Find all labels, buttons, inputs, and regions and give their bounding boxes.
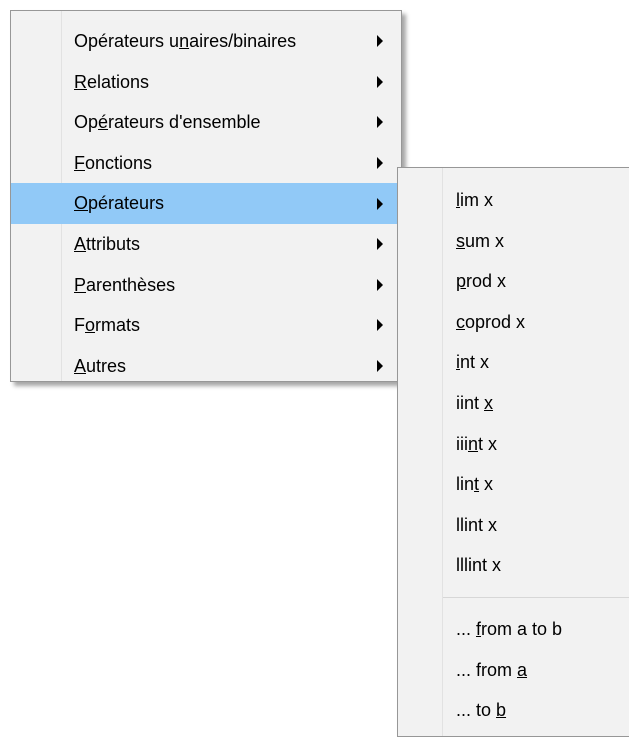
menu-item-formats[interactable]: Formats [11, 305, 401, 346]
menu-item-unary-binary-operators[interactable]: Opérateurs unaires/binaires [11, 21, 401, 62]
submenu-arrow-icon [377, 319, 383, 332]
menu-item-label: ... from a to b [456, 618, 563, 639]
menu-item-label: prod x [456, 271, 507, 292]
submenu-arrow-icon [377, 35, 383, 48]
menu-item-label: Parenthèses [74, 274, 176, 295]
menu-item-label: Opérateurs [74, 193, 165, 214]
submenu-arrow-icon [377, 197, 383, 210]
context-menu: Opérateurs unaires/binaires Relations Op… [10, 10, 402, 382]
submenu-item-int[interactable]: int x [398, 342, 629, 383]
menu-item-label: llint x [456, 514, 498, 535]
submenu-arrow-icon [377, 75, 383, 88]
menu-separator [443, 596, 629, 598]
menu-item-label: lint x [456, 474, 494, 495]
menu-item-label: ... from a [456, 659, 528, 680]
submenu-item-from-a[interactable]: ... from a [398, 650, 629, 691]
menu-item-attributes[interactable]: Attributs [11, 224, 401, 265]
menu-item-label: lllint x [456, 555, 502, 576]
submenu-item-iint[interactable]: iint x [398, 383, 629, 424]
submenu-item-to-b[interactable]: ... to b [398, 690, 629, 731]
submenu-item-llint[interactable]: llint x [398, 505, 629, 546]
menu-item-label: sum x [456, 230, 505, 251]
submenu-arrow-icon [377, 360, 383, 373]
submenu-item-iiint[interactable]: iiint x [398, 424, 629, 465]
menu-item-label: int x [456, 352, 490, 373]
submenu-item-lim[interactable]: lim x [398, 180, 629, 221]
menu-item-label: Formats [74, 315, 141, 336]
menu-item-label: Attributs [74, 233, 141, 254]
menu-item-label: iint x [456, 392, 494, 413]
submenu-arrow-icon [377, 278, 383, 291]
menu-item-label: Relations [74, 71, 150, 92]
menu-item-label: Opérateurs unaires/binaires [74, 31, 297, 51]
menu-item-label: coprod x [456, 311, 526, 332]
menu-item-label: Autres [74, 355, 127, 376]
menu-item-relations[interactable]: Relations [11, 62, 401, 103]
submenu-item-coprod[interactable]: coprod x [398, 302, 629, 343]
menu-item-label: lim x [456, 190, 493, 210]
submenu-item-lint[interactable]: lint x [398, 464, 629, 505]
submenu-arrow-icon [377, 116, 383, 129]
menu-item-functions[interactable]: Fonctions [11, 143, 401, 184]
submenu-item-lllint[interactable]: lllint x [398, 545, 629, 586]
menu-item-others[interactable]: Autres [11, 346, 401, 387]
operators-submenu: lim x sum x prod x coprod x int x iint x… [397, 167, 629, 737]
menu-item-label: ... to b [456, 700, 507, 721]
menu-item-label: Opérateurs d'ensemble [74, 112, 261, 133]
submenu-item-sum[interactable]: sum x [398, 221, 629, 262]
submenu-item-from-a-to-b[interactable]: ... from a to b [398, 609, 629, 650]
menu-item-label: iiint x [456, 433, 498, 454]
submenu-arrow-icon [377, 238, 383, 251]
submenu-arrow-icon [377, 157, 383, 170]
menu-item-set-operators[interactable]: Opérateurs d'ensemble [11, 102, 401, 143]
menu-item-operators[interactable]: Opérateurs [11, 183, 401, 224]
menu-item-label: Fonctions [74, 152, 153, 173]
submenu-item-prod[interactable]: prod x [398, 261, 629, 302]
menu-item-brackets[interactable]: Parenthèses [11, 265, 401, 306]
